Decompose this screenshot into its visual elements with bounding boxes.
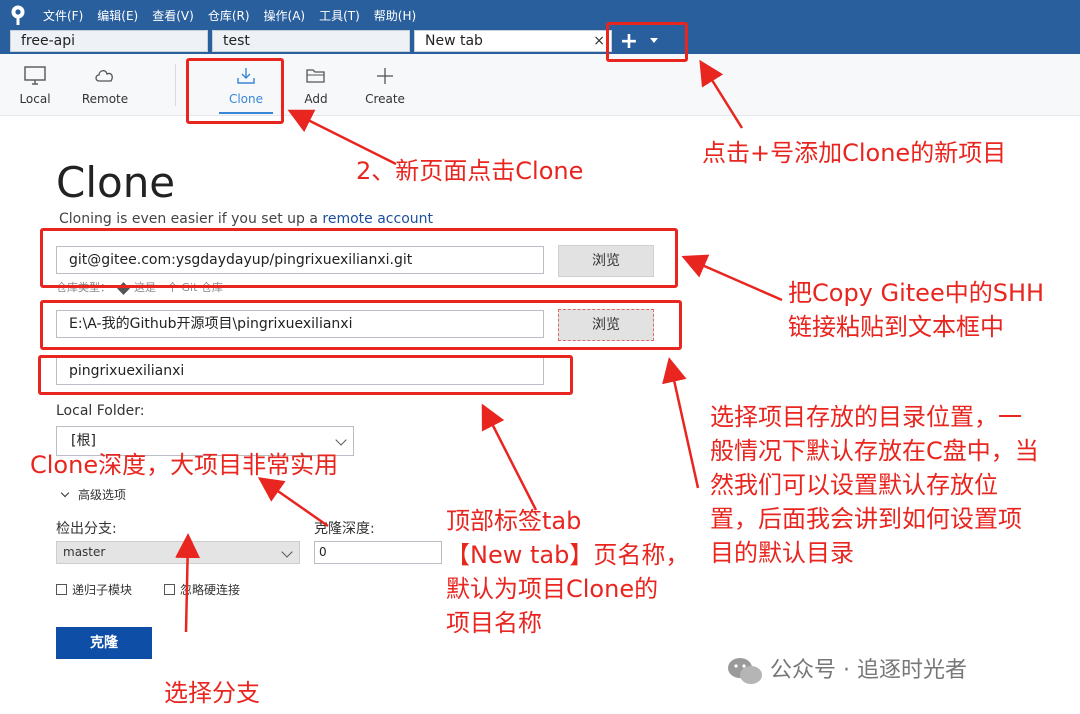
subtitle-text: Cloning is even easier if you set up a bbox=[59, 211, 323, 227]
plus-icon bbox=[377, 68, 393, 84]
menu-file[interactable]: 文件(F) bbox=[43, 7, 83, 24]
checkbox-box bbox=[164, 584, 175, 595]
tab-label: test bbox=[223, 33, 250, 49]
annotation-box-name bbox=[38, 355, 573, 395]
note-name-line4: 项目名称 bbox=[446, 609, 542, 637]
note-name-line2: 【New tab】页名称， bbox=[446, 541, 690, 569]
page-title: Clone bbox=[56, 158, 176, 207]
toolbar-divider bbox=[175, 64, 176, 106]
ignore-hardlinks-label: 忽略硬连接 bbox=[180, 583, 241, 597]
recurse-submodules-checkbox[interactable]: 递归子模块 bbox=[56, 581, 132, 598]
tab-label: New tab bbox=[425, 33, 483, 49]
checkbox-box bbox=[56, 584, 67, 595]
note-branch: 选择分支 bbox=[164, 679, 260, 707]
chevron-down-icon bbox=[335, 434, 347, 446]
remote-label: Remote bbox=[81, 92, 129, 106]
close-icon[interactable]: × bbox=[593, 31, 605, 51]
clone-depth-input[interactable]: 0 bbox=[314, 541, 442, 564]
branch-select[interactable]: master bbox=[56, 541, 300, 564]
menu-help[interactable]: 帮助(H) bbox=[374, 7, 416, 24]
note-dir-line3: 然我们可以设置默认存放位 bbox=[710, 471, 998, 499]
menu-view[interactable]: 查看(V) bbox=[152, 7, 194, 24]
remote-button[interactable]: Remote bbox=[75, 66, 135, 106]
note-add-tab: 点击+号添加Clone的新项目 bbox=[702, 139, 1007, 167]
sourcetree-logo-icon bbox=[11, 5, 25, 25]
cloud-icon bbox=[95, 70, 113, 82]
add-toolbar-label: Add bbox=[304, 92, 328, 106]
depth-label: 克隆深度: bbox=[314, 521, 375, 537]
note-depth: Clone深度，大项目非常实用 bbox=[30, 451, 339, 479]
note-ssh-line2: 链接粘贴到文本框中 bbox=[788, 313, 1004, 341]
local-folder-value: [根] bbox=[71, 433, 96, 449]
remote-account-link[interactable]: remote account bbox=[322, 211, 433, 227]
add-toolbar-button[interactable]: Add bbox=[286, 66, 346, 106]
note-name-line3: 默认为项目Clone的 bbox=[446, 575, 659, 603]
local-folder-label: Local Folder: bbox=[56, 403, 145, 419]
advanced-options-label: 高级选项 bbox=[78, 488, 127, 502]
monitor-icon bbox=[24, 66, 46, 85]
menu-tools[interactable]: 工具(T) bbox=[319, 7, 360, 24]
menu-edit[interactable]: 编辑(E) bbox=[97, 7, 138, 24]
folder-icon bbox=[306, 69, 325, 83]
page-subtitle: Cloning is even easier if you set up a r… bbox=[59, 211, 433, 227]
annotation-box-clone bbox=[186, 58, 284, 124]
wechat-icon bbox=[728, 658, 762, 684]
tab-new-tab[interactable]: New tab × bbox=[414, 30, 612, 52]
annotation-box-source bbox=[40, 228, 678, 288]
menu-repository[interactable]: 仓库(R) bbox=[208, 7, 250, 24]
create-toolbar-label: Create bbox=[365, 92, 405, 106]
local-label: Local bbox=[19, 92, 51, 106]
create-toolbar-button[interactable]: Create bbox=[355, 66, 415, 106]
tab-test[interactable]: test bbox=[212, 30, 410, 52]
annotation-box-destination bbox=[40, 300, 682, 350]
watermark-text: 公众号 · 追逐时光者 bbox=[770, 658, 967, 683]
toolbar bbox=[0, 54, 1080, 116]
note-ssh-line1: 把Copy Gitee中的SHH bbox=[788, 279, 1045, 307]
branch-value: master bbox=[63, 545, 106, 559]
advanced-options-toggle[interactable]: 高级选项 bbox=[60, 486, 127, 503]
note-dir-line1: 选择项目存放的目录位置，一 bbox=[710, 403, 1022, 431]
branch-label: 检出分支: bbox=[56, 521, 117, 537]
note-dir-line4: 置，后面我会讲到如何设置项 bbox=[710, 505, 1022, 533]
watermark: 公众号 · 追逐时光者 bbox=[726, 652, 967, 686]
tab-label: free-api bbox=[21, 33, 76, 49]
clone-submit-button[interactable]: 克隆 bbox=[56, 627, 152, 659]
tab-free-api[interactable]: free-api bbox=[10, 30, 208, 52]
title-bar: 文件(F) 编辑(E) 查看(V) 仓库(R) 操作(A) 工具(T) 帮助(H… bbox=[0, 0, 1080, 30]
local-button[interactable]: Local bbox=[5, 66, 65, 106]
tab-bar: free-api test New tab × + bbox=[0, 30, 1080, 54]
chevron-down-icon bbox=[60, 488, 70, 498]
chevron-down-icon bbox=[281, 546, 293, 558]
annotation-box-add-tab bbox=[606, 22, 688, 62]
note-step2: 2、新页面点击Clone bbox=[356, 157, 584, 185]
ignore-hardlinks-checkbox[interactable]: 忽略硬连接 bbox=[164, 581, 240, 598]
note-dir-line5: 目的默认目录 bbox=[710, 539, 854, 567]
note-dir-line2: 般情况下默认存放在C盘中，当 bbox=[710, 437, 1039, 465]
recurse-submodules-label: 递归子模块 bbox=[72, 583, 133, 597]
note-name-line1: 顶部标签tab bbox=[446, 507, 582, 535]
menu-actions[interactable]: 操作(A) bbox=[264, 7, 306, 24]
menu-bar: 文件(F) 编辑(E) 查看(V) 仓库(R) 操作(A) 工具(T) 帮助(H… bbox=[43, 0, 430, 30]
